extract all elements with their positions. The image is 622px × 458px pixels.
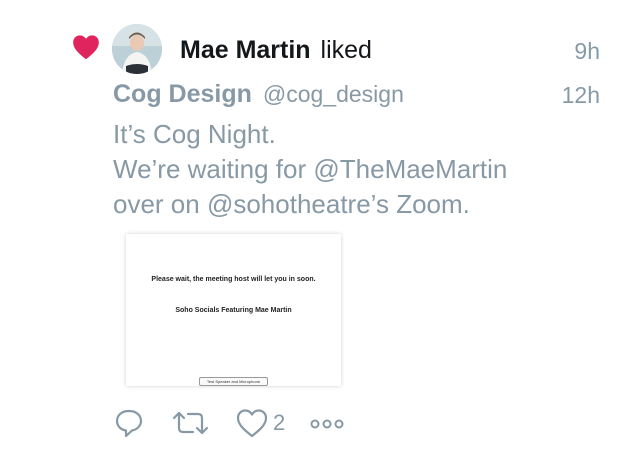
tweet-text-line: over on @sohotheatre’s Zoom. (113, 189, 470, 219)
retweet-button[interactable] (171, 406, 211, 440)
like-count: 2 (273, 410, 286, 435)
tweet-time[interactable]: 12h (562, 82, 600, 109)
tweet-text-line: We’re waiting for @TheMaeMartin (113, 154, 508, 184)
activity-verb: liked (320, 36, 372, 64)
tweet-text: It’s Cog Night. We’re waiting for @TheMa… (113, 117, 507, 222)
retweet-icon (172, 411, 209, 435)
liked-heart-icon (72, 34, 100, 60)
activity-time[interactable]: 9h (574, 38, 600, 65)
reply-icon (115, 409, 143, 438)
media-meeting-title: Soho Socials Featuring Mae Martin (175, 307, 292, 314)
avatar[interactable] (112, 24, 162, 74)
media-test-button: Test Speaker and Microphone (199, 377, 268, 386)
like-icon (236, 409, 268, 438)
activity-line: Mae Martin liked (180, 36, 372, 65)
tweet-media-image[interactable]: Please wait, the meeting host will let y… (126, 234, 341, 386)
media-wait-text: Please wait, the meeting host will let y… (151, 276, 316, 283)
tweet-header: Cog Design @cog_design (113, 80, 404, 109)
tweet-text-line: It’s Cog Night. (113, 119, 276, 149)
reply-button[interactable] (113, 406, 145, 440)
tweet-handle[interactable]: @cog_design (263, 81, 404, 107)
tweet-author[interactable]: Cog Design (113, 80, 252, 108)
actor-name[interactable]: Mae Martin (180, 36, 311, 64)
more-button[interactable] (310, 406, 344, 440)
like-button[interactable]: 2 (235, 406, 285, 440)
more-icon (310, 419, 344, 429)
